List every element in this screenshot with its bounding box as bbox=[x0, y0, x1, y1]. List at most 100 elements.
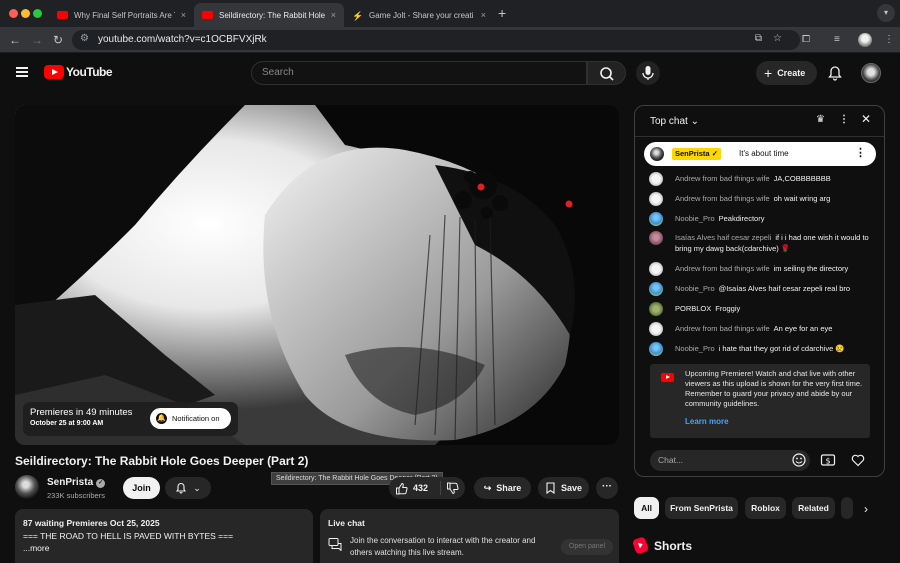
save-button[interactable]: Save bbox=[538, 477, 589, 499]
minimize-window-button[interactable] bbox=[21, 9, 30, 18]
browser-tab-3[interactable]: ⚡ Game Jolt - Share your creati × bbox=[344, 3, 494, 27]
chip-overflow[interactable] bbox=[841, 497, 853, 519]
subscriber-count: 233K subscribers bbox=[47, 491, 105, 500]
upcoming-text: Upcoming Premiere! Watch and chat live w… bbox=[685, 369, 863, 408]
menu-hamburger-icon[interactable] bbox=[16, 67, 28, 77]
browser-profile-avatar[interactable] bbox=[858, 33, 872, 47]
close-tab-icon[interactable]: × bbox=[331, 10, 336, 20]
chat-author: Noobie_Pro bbox=[675, 214, 715, 223]
open-panel-button[interactable]: Open panel bbox=[561, 539, 613, 555]
channel-avatar[interactable] bbox=[15, 475, 39, 499]
join-button[interactable]: Join bbox=[123, 477, 160, 499]
forward-icon[interactable]: → bbox=[31, 33, 43, 47]
heart-icon[interactable] bbox=[850, 452, 866, 468]
tab-search-button[interactable]: ▾ bbox=[877, 4, 895, 22]
search-button[interactable] bbox=[587, 61, 626, 85]
search-input[interactable] bbox=[252, 62, 586, 83]
browser-tab-2[interactable]: Seildirectory: The Rabbit Hole × bbox=[194, 3, 344, 27]
chevron-down-icon: ⌄ bbox=[690, 116, 699, 127]
reload-icon[interactable]: ↻ bbox=[53, 33, 63, 47]
chat-text: An eye for an eye bbox=[773, 324, 833, 333]
site-info-icon[interactable]: ⚙ bbox=[80, 33, 89, 44]
description-box[interactable]: 87 waiting Premieres Oct 25, 2025 === TH… bbox=[15, 509, 313, 563]
emoji-icon[interactable] bbox=[791, 452, 807, 468]
like-dislike-bar: 432 bbox=[389, 477, 465, 499]
pinned-message[interactable]: SenPrista ✓ It's about time ⋮ bbox=[644, 142, 876, 166]
like-thumb-up-icon[interactable] bbox=[395, 482, 408, 495]
bookmark-star-icon[interactable]: ☆ bbox=[773, 33, 782, 44]
verified-check-icon: ✓ bbox=[96, 479, 106, 488]
share-arrow-icon: ↪ bbox=[483, 482, 492, 493]
chat-text: oh wait wring arg bbox=[773, 194, 831, 203]
close-tab-icon[interactable]: × bbox=[181, 10, 186, 20]
chip-roblox[interactable]: Roblox bbox=[745, 497, 786, 519]
chat-bubbles-icon bbox=[328, 538, 342, 551]
like-divider bbox=[440, 481, 441, 495]
pinned-text: It's about time bbox=[739, 149, 789, 158]
premiere-date-text: October 25 at 9:00 AM bbox=[30, 420, 104, 427]
learn-more-link[interactable]: Learn more bbox=[685, 417, 729, 426]
chat-text: Froggiy bbox=[715, 304, 741, 313]
new-tab-button[interactable]: + bbox=[498, 5, 506, 21]
chat-input[interactable] bbox=[650, 450, 810, 470]
bell-ringing-icon: 🔔 bbox=[156, 413, 167, 424]
more-actions-button[interactable]: ··· bbox=[596, 477, 618, 499]
channel-name[interactable]: SenPrista ✓ bbox=[47, 477, 106, 488]
browser-menu-icon[interactable]: ⋮ bbox=[884, 34, 894, 45]
microphone-icon bbox=[642, 66, 654, 80]
youtube-wordmark: YouTube bbox=[66, 65, 113, 79]
avatar bbox=[650, 147, 664, 161]
tab-title: Game Jolt - Share your creati bbox=[369, 10, 474, 20]
description-more-link[interactable]: ...more bbox=[23, 542, 305, 555]
url-text[interactable]: youtube.com/watch?v=c1OCBFVXjRk bbox=[98, 34, 267, 45]
close-chat-icon[interactable]: ✕ bbox=[861, 112, 871, 126]
video-title: Seildirectory: The Rabbit Hole Goes Deep… bbox=[15, 454, 309, 468]
notifications-bell-icon[interactable] bbox=[827, 65, 843, 81]
chat-text: @Isaías Alves haif cesar zepeli real bro bbox=[718, 284, 851, 293]
chip-related[interactable]: Related bbox=[792, 497, 835, 519]
crown-icon[interactable]: ♛ bbox=[816, 114, 825, 125]
youtube-logo[interactable]: YouTube bbox=[44, 65, 113, 79]
tab-title: Seildirectory: The Rabbit Hole bbox=[219, 10, 325, 20]
chat-header: Top chat ⌄ ♛ ⋮ ✕ bbox=[635, 106, 884, 137]
top-chat-label[interactable]: Top chat bbox=[650, 116, 688, 127]
notification-on-button[interactable]: 🔔 Notification on bbox=[150, 408, 231, 429]
zoom-window-button[interactable] bbox=[33, 9, 42, 18]
media-controls-icon[interactable]: ≡ bbox=[834, 34, 840, 45]
chat-input-box bbox=[650, 450, 810, 471]
browser-tab-bar: Why Final Self Portraits Are T × Seildir… bbox=[0, 0, 900, 27]
dislike-thumb-down-icon[interactable] bbox=[446, 482, 459, 495]
extensions-icon[interactable]: ⧠ bbox=[802, 34, 810, 45]
voice-search-button[interactable] bbox=[636, 61, 660, 85]
omnibox[interactable]: ⚙ youtube.com/watch?v=c1OCBFVXjRk ⧉ ☆ bbox=[72, 30, 800, 50]
chevron-down-icon: ⌄ bbox=[193, 482, 201, 493]
top-chat-dropdown[interactable]: Top chat ⌄ bbox=[650, 116, 699, 127]
back-icon[interactable]: ← bbox=[9, 33, 21, 47]
browser-tab-1[interactable]: Why Final Self Portraits Are T × bbox=[49, 3, 194, 27]
like-count[interactable]: 432 bbox=[413, 483, 428, 493]
super-chat-icon[interactable]: $ bbox=[820, 452, 836, 468]
more-options-icon[interactable]: ⋮ bbox=[839, 114, 849, 125]
create-label: Create bbox=[777, 68, 806, 78]
close-window-button[interactable] bbox=[9, 9, 18, 18]
save-label: Save bbox=[560, 483, 583, 493]
subscription-bell-button[interactable]: ⌄ bbox=[165, 477, 211, 499]
avatar bbox=[649, 231, 663, 245]
chat-text: i hate that they got rid of cdarchive 😢 bbox=[718, 344, 845, 353]
cast-icon[interactable]: ⧉ bbox=[755, 33, 762, 44]
channel-name-text[interactable]: SenPrista bbox=[47, 477, 93, 488]
chip-from-senprista[interactable]: From SenPrista bbox=[665, 497, 738, 519]
chevron-right-icon[interactable]: › bbox=[864, 502, 868, 516]
chip-all[interactable]: All bbox=[634, 497, 659, 519]
chat-author: Noobie_Pro bbox=[675, 284, 715, 293]
share-button[interactable]: ↪ Share bbox=[474, 477, 531, 499]
more-options-icon[interactable]: ⋮ bbox=[855, 146, 866, 159]
svg-text:$: $ bbox=[825, 457, 830, 466]
close-tab-icon[interactable]: × bbox=[481, 10, 486, 20]
youtube-favicon-icon bbox=[57, 11, 68, 19]
avatar bbox=[649, 342, 663, 356]
video-player[interactable]: Premieres in 49 minutes October 25 at 9:… bbox=[15, 105, 619, 445]
avatar bbox=[649, 212, 663, 226]
create-button[interactable]: + Create bbox=[756, 61, 817, 85]
account-avatar[interactable] bbox=[861, 63, 881, 83]
